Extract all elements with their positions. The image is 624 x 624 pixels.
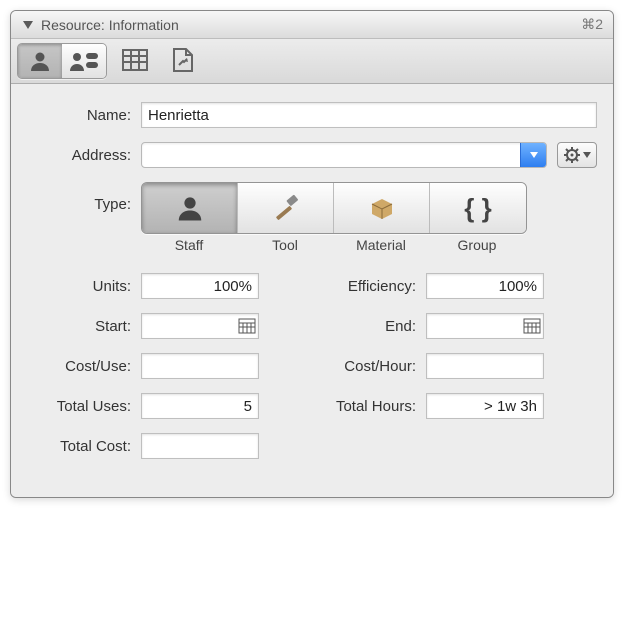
label-efficiency: Efficiency: xyxy=(312,278,426,295)
label-type: Type: xyxy=(27,182,141,213)
type-option-group[interactable]: { } xyxy=(430,183,526,233)
label-costhour: Cost/Hour: xyxy=(312,358,426,375)
person-icon xyxy=(175,193,205,223)
view-segmented-control xyxy=(17,43,107,79)
tab-person[interactable] xyxy=(18,44,62,78)
tab-document[interactable] xyxy=(163,43,203,77)
label-totalhours: Total Hours: xyxy=(312,398,426,415)
totalhours-input[interactable] xyxy=(426,393,544,419)
type-label-material: Material xyxy=(333,237,429,253)
titlebar: Resource: Information ⌘2 xyxy=(11,11,613,39)
efficiency-input[interactable] xyxy=(426,273,544,299)
totaluses-input[interactable] xyxy=(141,393,259,419)
disclosure-triangle-icon[interactable] xyxy=(21,18,35,32)
content-area: Name: Address: Type: xyxy=(11,84,613,497)
costhour-input[interactable] xyxy=(426,353,544,379)
address-actions-button[interactable] xyxy=(557,142,597,168)
window-title: Resource: Information xyxy=(41,17,179,33)
row-type: Type: { } Staff xyxy=(27,182,597,253)
keyboard-shortcut: ⌘2 xyxy=(581,16,603,33)
toolbar xyxy=(11,39,613,84)
row-name: Name: xyxy=(27,102,597,128)
type-label-group: Group xyxy=(429,237,525,253)
end-input[interactable] xyxy=(426,313,544,339)
row-address: Address: xyxy=(27,142,597,168)
label-totalcost: Total Cost: xyxy=(27,438,141,455)
tab-table[interactable] xyxy=(115,43,155,77)
label-address: Address: xyxy=(27,147,141,164)
type-option-staff[interactable] xyxy=(142,183,238,233)
braces-icon: { } xyxy=(464,193,491,224)
box-icon xyxy=(367,193,397,223)
fields-grid: Units: Efficiency: Start: End: Cost/Use:… xyxy=(27,273,597,473)
hammer-icon xyxy=(271,193,301,223)
type-labels: Staff Tool Material Group xyxy=(141,237,527,253)
label-name: Name: xyxy=(27,107,141,124)
start-input[interactable] xyxy=(141,313,259,339)
dropdown-arrow-icon xyxy=(520,143,546,167)
label-costuse: Cost/Use: xyxy=(27,358,141,375)
label-units: Units: xyxy=(27,278,141,295)
inspector-window: Resource: Information ⌘2 Name: Address: xyxy=(10,10,614,498)
units-input[interactable] xyxy=(141,273,259,299)
tab-assignments[interactable] xyxy=(62,44,106,78)
chevron-down-icon xyxy=(583,152,591,158)
label-end: End: xyxy=(312,318,426,335)
type-label-tool: Tool xyxy=(237,237,333,253)
type-option-material[interactable] xyxy=(334,183,430,233)
costuse-input[interactable] xyxy=(141,353,259,379)
address-select[interactable] xyxy=(141,142,547,168)
gear-icon xyxy=(564,147,580,163)
name-input[interactable] xyxy=(141,102,597,128)
type-label-staff: Staff xyxy=(141,237,237,253)
label-start: Start: xyxy=(27,318,141,335)
type-option-tool[interactable] xyxy=(238,183,334,233)
type-segmented-control: { } xyxy=(141,182,527,234)
label-totaluses: Total Uses: xyxy=(27,398,141,415)
totalcost-input[interactable] xyxy=(141,433,259,459)
